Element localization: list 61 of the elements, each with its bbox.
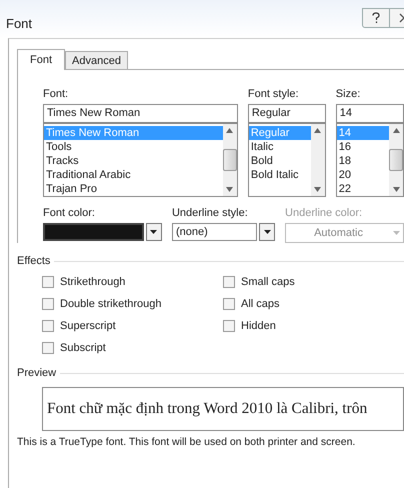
list-item[interactable]: Bold (248, 154, 311, 168)
list-item[interactable]: Italic (248, 140, 311, 154)
checkbox-label: Subscript (60, 342, 106, 354)
list-item[interactable]: 16 (336, 140, 389, 154)
checkbox[interactable] (223, 320, 235, 332)
dropdown-button[interactable] (259, 223, 276, 241)
checkbox-label: Superscript (60, 320, 116, 332)
caret-icon (393, 231, 400, 235)
tab[interactable]: Font (17, 49, 66, 70)
scrollbar[interactable] (310, 124, 325, 196)
help-icon (371, 12, 381, 24)
preview-text: Font chữ mặc định trong Word 2010 là Calibri, trôn (47, 400, 368, 418)
up-arrow-icon (392, 128, 400, 133)
input-field[interactable]: Regular (248, 104, 326, 123)
input-field[interactable]: Times New Roman (43, 104, 238, 123)
field-label: Size: (336, 88, 362, 102)
down-arrow-icon (226, 187, 234, 192)
dropdown-button[interactable] (146, 223, 162, 241)
input-field[interactable]: 14 (336, 104, 404, 123)
tab[interactable]: Advanced (65, 51, 128, 69)
list-item[interactable]: 18 (336, 154, 389, 168)
checkbox-label: Hidden (241, 320, 276, 332)
list-item[interactable]: 20 (336, 168, 389, 182)
list-item[interactable]: Bold Italic (248, 168, 311, 182)
checkbox-label: Double strikethrough (60, 298, 162, 310)
list-item[interactable]: Tracks (44, 154, 223, 168)
up-arrow-icon (226, 128, 234, 133)
list-item[interactable]: Tools (44, 140, 223, 154)
dropdown-field[interactable]: (none) (172, 223, 258, 241)
color-swatch-dropdown[interactable] (43, 223, 144, 241)
down-arrow-icon (314, 187, 322, 192)
checkbox[interactable] (42, 276, 54, 288)
up-arrow-icon (314, 128, 322, 133)
field-label: Underline color: (285, 207, 364, 221)
font-info-text: This is a TrueType font. This font will be used on both printer and screen. (17, 436, 356, 448)
field-label: Font: (43, 88, 70, 102)
checkbox[interactable] (223, 276, 235, 288)
list-item[interactable]: 22 (336, 182, 389, 196)
checkbox[interactable] (42, 298, 54, 310)
section-label: Preview (17, 367, 56, 379)
field-label: Font style: (248, 88, 300, 102)
caret-icon (150, 230, 158, 234)
checkbox-label: Strikethrough (60, 276, 126, 288)
field-label: Font color: (43, 207, 96, 221)
help-button[interactable] (362, 8, 390, 28)
scrollbar[interactable] (389, 124, 403, 196)
scroll-thumb[interactable] (389, 149, 403, 171)
window-title: Font (5, 15, 32, 31)
scrollbar[interactable] (222, 124, 237, 196)
section-label: Effects (17, 255, 50, 267)
down-arrow-icon (392, 187, 400, 192)
list-item[interactable]: Trajan Pro (44, 182, 223, 196)
checkbox[interactable] (42, 342, 54, 354)
checkbox-label: Small caps (241, 276, 295, 288)
list-item[interactable]: Traditional Arabic (44, 168, 223, 182)
checkbox[interactable] (42, 320, 54, 332)
checkbox-label: All caps (241, 298, 280, 310)
field-label: Underline style: (172, 207, 249, 221)
scroll-thumb[interactable] (222, 149, 237, 171)
caret-icon (264, 230, 271, 234)
checkbox[interactable] (223, 298, 235, 310)
